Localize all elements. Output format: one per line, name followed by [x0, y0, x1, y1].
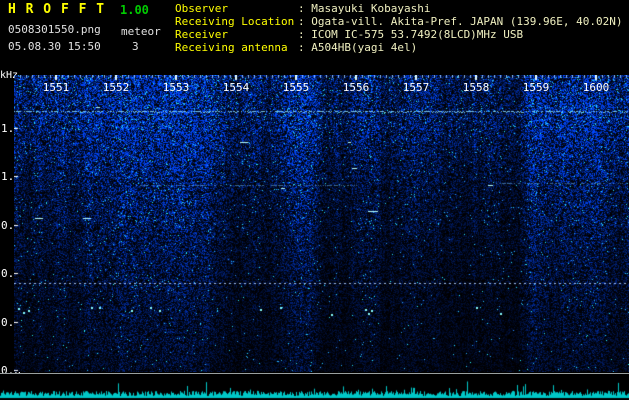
echo-count: 3: [132, 40, 139, 53]
hrofft-window: H R O F F T 1.00 0508301550.png meteor 0…: [0, 0, 629, 400]
info-label-antenna: Receiving antenna: [175, 41, 288, 54]
separator-line: [0, 373, 629, 374]
time-tick-label: 1551: [42, 81, 70, 94]
spectrogram-canvas: [14, 75, 629, 372]
time-tick-label: 1600: [582, 81, 610, 94]
time-axis: 1551 1552 1553 1554 1555 1556 1557 1558 …: [14, 75, 629, 95]
info-label-location: Receiving Location: [175, 15, 295, 28]
info-row: Receiving antenna : A504HB(yagi 4el): [175, 41, 623, 54]
output-filename: 0508301550.png: [8, 23, 101, 36]
app-version: 1.00: [120, 3, 149, 17]
app-title: H R O F F T: [8, 2, 106, 17]
time-tick-label: 1556: [342, 81, 370, 94]
time-tick-label: 1555: [282, 81, 310, 94]
time-tick-label: 1553: [162, 81, 190, 94]
info-row: Receiving Location: Ogata-vill. Akita-Pr…: [175, 15, 623, 28]
time-tick-label: 1559: [522, 81, 550, 94]
info-value-observer: : Masayuki Kobayashi: [298, 2, 431, 15]
info-value-receiver: : ICOM IC-575 53.7492(8LCD)MHz USB: [298, 28, 524, 41]
info-value-location: : Ogata-vill. Akita-Pref. JAPAN (139.96E…: [298, 15, 623, 28]
info-label-observer: Observer: [175, 2, 228, 15]
timestamp: 05.08.30 15:50: [8, 40, 101, 53]
info-value-antenna: : A504HB(yagi 4el): [298, 41, 418, 54]
time-tick-label: 1552: [102, 81, 130, 94]
level-strip-canvas: [0, 376, 629, 400]
mode-label: meteor: [121, 25, 161, 38]
time-tick-label: 1557: [402, 81, 430, 94]
station-info: Observer : Masayuki Kobayashi Receiving L…: [175, 2, 623, 54]
info-row: Observer : Masayuki Kobayashi: [175, 2, 623, 15]
info-row: Receiver : ICOM IC-575 53.7492(8LCD)MHz U…: [175, 28, 623, 41]
info-label-receiver: Receiver: [175, 28, 228, 41]
time-tick-label: 1554: [222, 81, 250, 94]
time-tick-label: 1558: [462, 81, 490, 94]
